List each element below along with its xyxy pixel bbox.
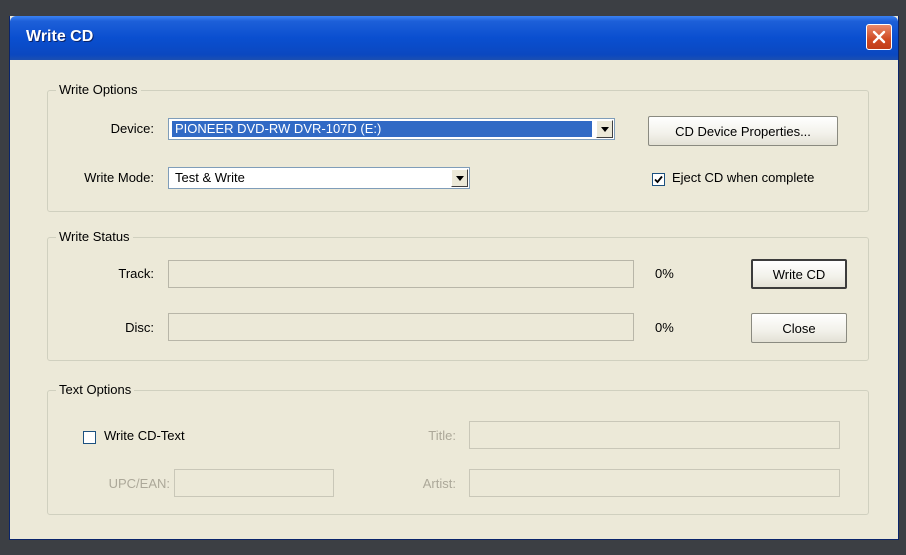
disc-progress-bar xyxy=(168,313,634,341)
close-button[interactable]: Close xyxy=(751,313,847,343)
write-mode-value: Test & Write xyxy=(175,170,245,185)
chevron-down-icon xyxy=(455,175,464,181)
close-button-label: Close xyxy=(782,320,816,336)
write-mode-label: Write Mode: xyxy=(84,170,154,185)
write-mode-select[interactable]: Test & Write xyxy=(168,167,470,189)
write-cd-button-label: Write CD xyxy=(772,266,826,282)
write-cd-button[interactable]: Write CD xyxy=(751,259,847,289)
write-status-group: Write Status Track: 0% Disc: 0% Write CD… xyxy=(47,229,869,361)
cd-device-properties-button[interactable]: CD Device Properties... xyxy=(648,116,838,146)
artist-label: Artist: xyxy=(422,476,456,491)
cd-device-properties-label: CD Device Properties... xyxy=(675,123,811,139)
title-bar[interactable]: Write CD xyxy=(10,16,898,60)
write-options-group: Write Options Device: PIONEER DVD-RW DVR… xyxy=(47,82,869,212)
eject-checkbox[interactable] xyxy=(652,173,665,186)
write-mode-dropdown-button[interactable] xyxy=(451,169,468,187)
write-options-label: Write Options xyxy=(56,82,141,97)
track-label: Track: xyxy=(118,266,154,281)
checkmark-icon xyxy=(654,175,663,184)
close-window-button[interactable] xyxy=(866,24,892,50)
device-value: PIONEER DVD-RW DVR-107D (E:) xyxy=(172,121,592,137)
upc-ean-input[interactable] xyxy=(174,469,334,497)
upc-ean-label: UPC/EAN: xyxy=(108,476,170,491)
track-progress-bar xyxy=(168,260,634,288)
track-percent: 0% xyxy=(655,266,674,281)
dialog-body: Write Options Device: PIONEER DVD-RW DVR… xyxy=(10,60,898,540)
close-icon xyxy=(872,30,886,44)
disc-percent: 0% xyxy=(655,320,674,335)
write-status-label: Write Status xyxy=(56,229,133,244)
write-cd-dialog: Write CD Write Options Device: PIONEER D… xyxy=(9,16,899,540)
text-options-label: Text Options xyxy=(56,382,135,397)
chevron-down-icon xyxy=(600,126,609,132)
eject-label[interactable]: Eject CD when complete xyxy=(672,170,814,185)
device-label: Device: xyxy=(110,121,154,136)
text-options-group: Text Options Write CD-Text UPC/EAN: Titl… xyxy=(47,382,869,515)
device-select[interactable]: PIONEER DVD-RW DVR-107D (E:) xyxy=(168,118,615,140)
title-label: Title: xyxy=(428,428,456,443)
disc-label: Disc: xyxy=(125,320,154,335)
device-dropdown-button[interactable] xyxy=(596,120,613,138)
title-input[interactable] xyxy=(469,421,840,449)
window-title: Write CD xyxy=(26,28,94,45)
artist-input[interactable] xyxy=(469,469,840,497)
write-cd-text-label[interactable]: Write CD-Text xyxy=(104,428,185,443)
write-cd-text-checkbox[interactable] xyxy=(83,431,96,444)
